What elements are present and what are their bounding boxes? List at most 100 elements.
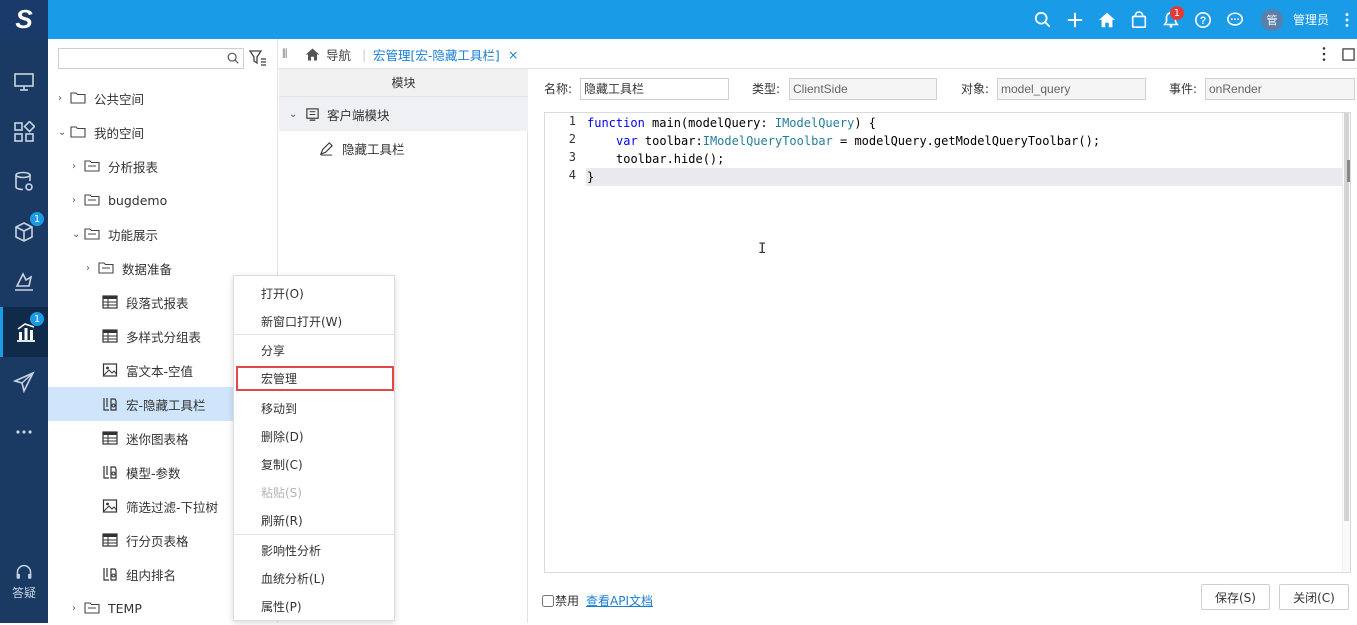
tab-close-button[interactable]: × <box>508 39 518 69</box>
tab-macro-manager[interactable]: 宏管理[宏-隐藏工具栏] <box>373 39 500 69</box>
object-field[interactable]: model_query <box>997 78 1146 100</box>
chevron-right-icon[interactable]: › <box>72 603 84 614</box>
menu-item-copy[interactable]: 复制(C) <box>234 451 394 479</box>
menu-item-share[interactable]: 分享 <box>234 337 394 365</box>
search-icon[interactable] <box>1027 0 1059 39</box>
tree-item-label: 数据准备 <box>122 261 173 277</box>
tree-item-label: 富文本-空值 <box>126 363 194 379</box>
code-line-4: } <box>587 170 595 184</box>
tree-item-label: 迷你图表格 <box>126 431 189 447</box>
tree-item-label: 我的空间 <box>94 125 145 141</box>
chevron-right-icon[interactable]: › <box>72 161 84 172</box>
type-field[interactable]: ClientSide <box>789 78 937 100</box>
current-line-highlight <box>586 168 1350 186</box>
chat-icon[interactable] <box>1219 0 1251 39</box>
shop-bag-icon[interactable] <box>1123 0 1155 39</box>
editor-footer: 禁用 查看API文档 保存(S) 关闭(C) <box>528 580 1357 623</box>
table-report-icon <box>102 430 118 446</box>
maximize-icon[interactable] <box>1342 39 1355 69</box>
tree-item-my-space[interactable]: ⌄ 我的空间 <box>48 115 278 149</box>
tree-search-input[interactable] <box>59 49 219 68</box>
module-item-hide-toolbar[interactable]: 隐藏工具栏 <box>279 131 528 165</box>
user-name[interactable]: 管理员 <box>1293 11 1329 28</box>
bell-icon[interactable]: 1 <box>1155 0 1187 39</box>
query-model-icon <box>102 396 118 412</box>
tree-item-label: 宏-隐藏工具栏 <box>126 397 206 413</box>
menu-item-paste[interactable]: 粘贴(S) <box>234 479 394 507</box>
folder-doc-icon <box>84 600 100 616</box>
send-icon[interactable] <box>0 357 48 407</box>
app-logo[interactable]: S <box>0 0 48 39</box>
folder-icon <box>70 124 86 140</box>
tree-item-label: 行分页表格 <box>126 533 189 549</box>
plus-icon[interactable] <box>1059 0 1091 39</box>
line-number: 1 <box>568 114 576 128</box>
tree-item-public-space[interactable]: › 公共空间 <box>48 81 278 115</box>
resource-badge: 1 <box>30 212 44 226</box>
tab-navigation-label: 导航 <box>326 47 352 63</box>
module-panel-header: 模块 <box>279 69 528 97</box>
event-field[interactable]: onRender <box>1205 78 1355 100</box>
search-icon[interactable] <box>226 51 240 65</box>
save-button[interactable]: 保存(S) <box>1201 584 1270 610</box>
avatar[interactable]: 管 <box>1260 8 1283 31</box>
menu-item-delete[interactable]: 删除(D) <box>234 423 394 451</box>
tree-item-feature-demo[interactable]: ⌄ 功能展示 <box>48 217 278 251</box>
database-settings-icon[interactable] <box>0 157 48 207</box>
object-label: 对象: <box>961 82 990 96</box>
filter-icon[interactable] <box>249 49 267 67</box>
help-icon[interactable]: ? <box>1187 0 1219 39</box>
api-doc-link[interactable]: 查看API文档 <box>586 592 653 609</box>
top-bar: S 1 ? 管 管理员 <box>0 0 1357 39</box>
code-line-3: toolbar.hide(); <box>616 152 725 166</box>
tree-item-analysis-reports[interactable]: › 分析报表 <box>48 149 278 183</box>
menu-item-move-to[interactable]: 移动到 <box>234 395 394 423</box>
line-gutter: 1 2 3 4 <box>545 113 586 572</box>
image-report-icon <box>102 362 118 378</box>
module-group-client[interactable]: ⌄ 客户端模块 <box>279 97 528 131</box>
tree-item-label: 功能展示 <box>108 227 159 243</box>
help-label: 答疑 <box>11 586 36 600</box>
tab-navigation[interactable]: 导航 <box>305 39 351 69</box>
home-icon[interactable] <box>1091 0 1123 39</box>
tree-search-box[interactable] <box>58 48 244 69</box>
chevron-down-icon[interactable]: ⌄ <box>58 127 70 138</box>
type-label: 类型: <box>752 82 781 96</box>
tree-item-label: 分析报表 <box>108 159 159 175</box>
more-vertical-icon[interactable] <box>1320 39 1328 69</box>
tab-separator: | <box>362 46 367 62</box>
menu-item-open-new-window[interactable]: 新窗口打开(W) <box>234 308 394 336</box>
name-field[interactable]: 隐藏工具栏 <box>580 78 729 100</box>
chevron-right-icon[interactable]: › <box>72 195 84 206</box>
help-button[interactable]: 答疑 <box>0 564 48 601</box>
menu-item-open[interactable]: 打开(O) <box>234 280 394 308</box>
more-vertical-icon[interactable] <box>1337 0 1357 39</box>
resource-cube-icon[interactable]: 1 <box>0 207 48 257</box>
chevron-right-icon[interactable]: › <box>86 263 98 274</box>
close-button[interactable]: 关闭(C) <box>1279 584 1349 610</box>
menu-item-lineage-analysis[interactable]: 血统分析(L) <box>234 565 394 593</box>
disable-checkbox[interactable] <box>542 594 554 607</box>
menu-item-properties[interactable]: 属性(P) <box>234 593 394 621</box>
chevron-down-icon[interactable]: ⌄ <box>289 109 305 120</box>
analysis-chart-icon[interactable]: 1 <box>0 307 48 357</box>
tree-item-label: 组内排名 <box>126 567 177 583</box>
dashboard-icon[interactable] <box>0 107 48 157</box>
headset-icon <box>16 564 32 579</box>
menu-separator <box>234 334 394 335</box>
code-editor[interactable]: 1 2 3 4 function main(modelQuery: IModel… <box>544 112 1351 573</box>
code-line-2: var toolbar:IModelQueryToolbar = modelQu… <box>616 134 1101 148</box>
model-layers-icon[interactable] <box>0 257 48 307</box>
menu-item-refresh[interactable]: 刷新(R) <box>234 507 394 535</box>
notify-badge: 1 <box>1169 6 1184 20</box>
monitor-icon[interactable] <box>0 57 48 107</box>
menu-item-impact-analysis[interactable]: 影响性分析 <box>234 537 394 565</box>
tree-item-bugdemo[interactable]: › bugdemo <box>48 183 278 217</box>
query-model-icon <box>102 464 118 480</box>
disable-checkbox-row[interactable]: 禁用 <box>542 592 579 609</box>
drag-handle-icon[interactable]: ⦀ <box>282 39 288 69</box>
chevron-down-icon[interactable]: ⌄ <box>72 229 84 240</box>
more-horizontal-icon[interactable] <box>0 407 48 457</box>
chevron-right-icon[interactable]: › <box>58 93 70 104</box>
tree-item-label: 段落式报表 <box>126 295 189 311</box>
